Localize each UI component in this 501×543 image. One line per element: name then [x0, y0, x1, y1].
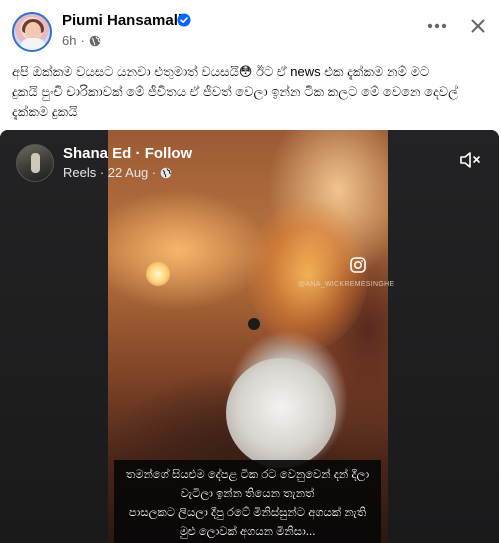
caption-line: තමන්ගේ සියළුම දේපළ ටික රට වෙනුවෙන් දන් ද…	[125, 469, 370, 481]
mute-icon[interactable]	[459, 150, 481, 170]
close-icon[interactable]	[464, 12, 492, 40]
reel-meta-text[interactable]: Reels · 22 Aug ·	[63, 165, 156, 180]
post-time[interactable]: 6h	[62, 33, 76, 48]
author-name[interactable]: Piumi Hansamali	[62, 12, 182, 29]
reel-caption: තමන්ගේ සියළුම දේපළ ටික රට වෙනුවෙන් දන් ද…	[114, 460, 381, 543]
reel-author-name[interactable]: Shana Ed	[63, 145, 131, 162]
caption-line: පාසලකට ලියලා දීපු රටේ මිනිස්සුන්ට අගයක් …	[128, 507, 367, 519]
reel-meta: Reels · 22 Aug ·	[63, 165, 172, 180]
verified-badge-icon	[177, 13, 191, 27]
post-meta: 6h ·	[62, 33, 101, 48]
post-header: Piumi Hansamali 6h ·	[0, 0, 501, 58]
video-microphone	[248, 318, 260, 330]
instagram-handle: @ANA_WICKREMESINGHE	[298, 281, 395, 288]
video-highlight	[248, 200, 368, 350]
video-light	[146, 262, 170, 286]
follow-button[interactable]: Follow	[145, 145, 193, 162]
caption-line: වැටිලා ඉන්න තියෙන තැනත්	[180, 488, 315, 500]
instagram-icon	[350, 257, 366, 273]
post-text-line: අපි ඔක්කම වයසට යනවා එතුමාත් වයසයි😳 ඊට ඒ …	[12, 64, 430, 79]
more-options-icon[interactable]	[423, 12, 451, 40]
shared-reel-card[interactable]: @ANA_WICKREMESINGHE Shana Ed · Follow Re…	[0, 130, 499, 543]
globe-icon[interactable]	[89, 35, 101, 47]
reel-author-avatar[interactable]	[16, 144, 54, 182]
video-person-head	[226, 358, 336, 468]
globe-icon[interactable]	[160, 167, 172, 179]
author-avatar[interactable]	[12, 12, 52, 52]
caption-line: මුළු ලොවක් අගයන මිනිසා...	[179, 526, 316, 538]
post-text-line: දැක්කම දුකයි	[12, 104, 78, 119]
name-separator: ·	[135, 145, 141, 162]
meta-separator: ·	[80, 33, 85, 48]
reel-author-line: Shana Ed · Follow	[63, 145, 192, 162]
post-text: අපි ඔක්කම වයසට යනවා එතුමාත් වයසයි😳 ඊට ඒ …	[12, 62, 494, 122]
post-text-line: දුකයි පුංචි චාරිකාවක් මේ ජීවිතය ඒ ජීවත් …	[12, 84, 459, 99]
